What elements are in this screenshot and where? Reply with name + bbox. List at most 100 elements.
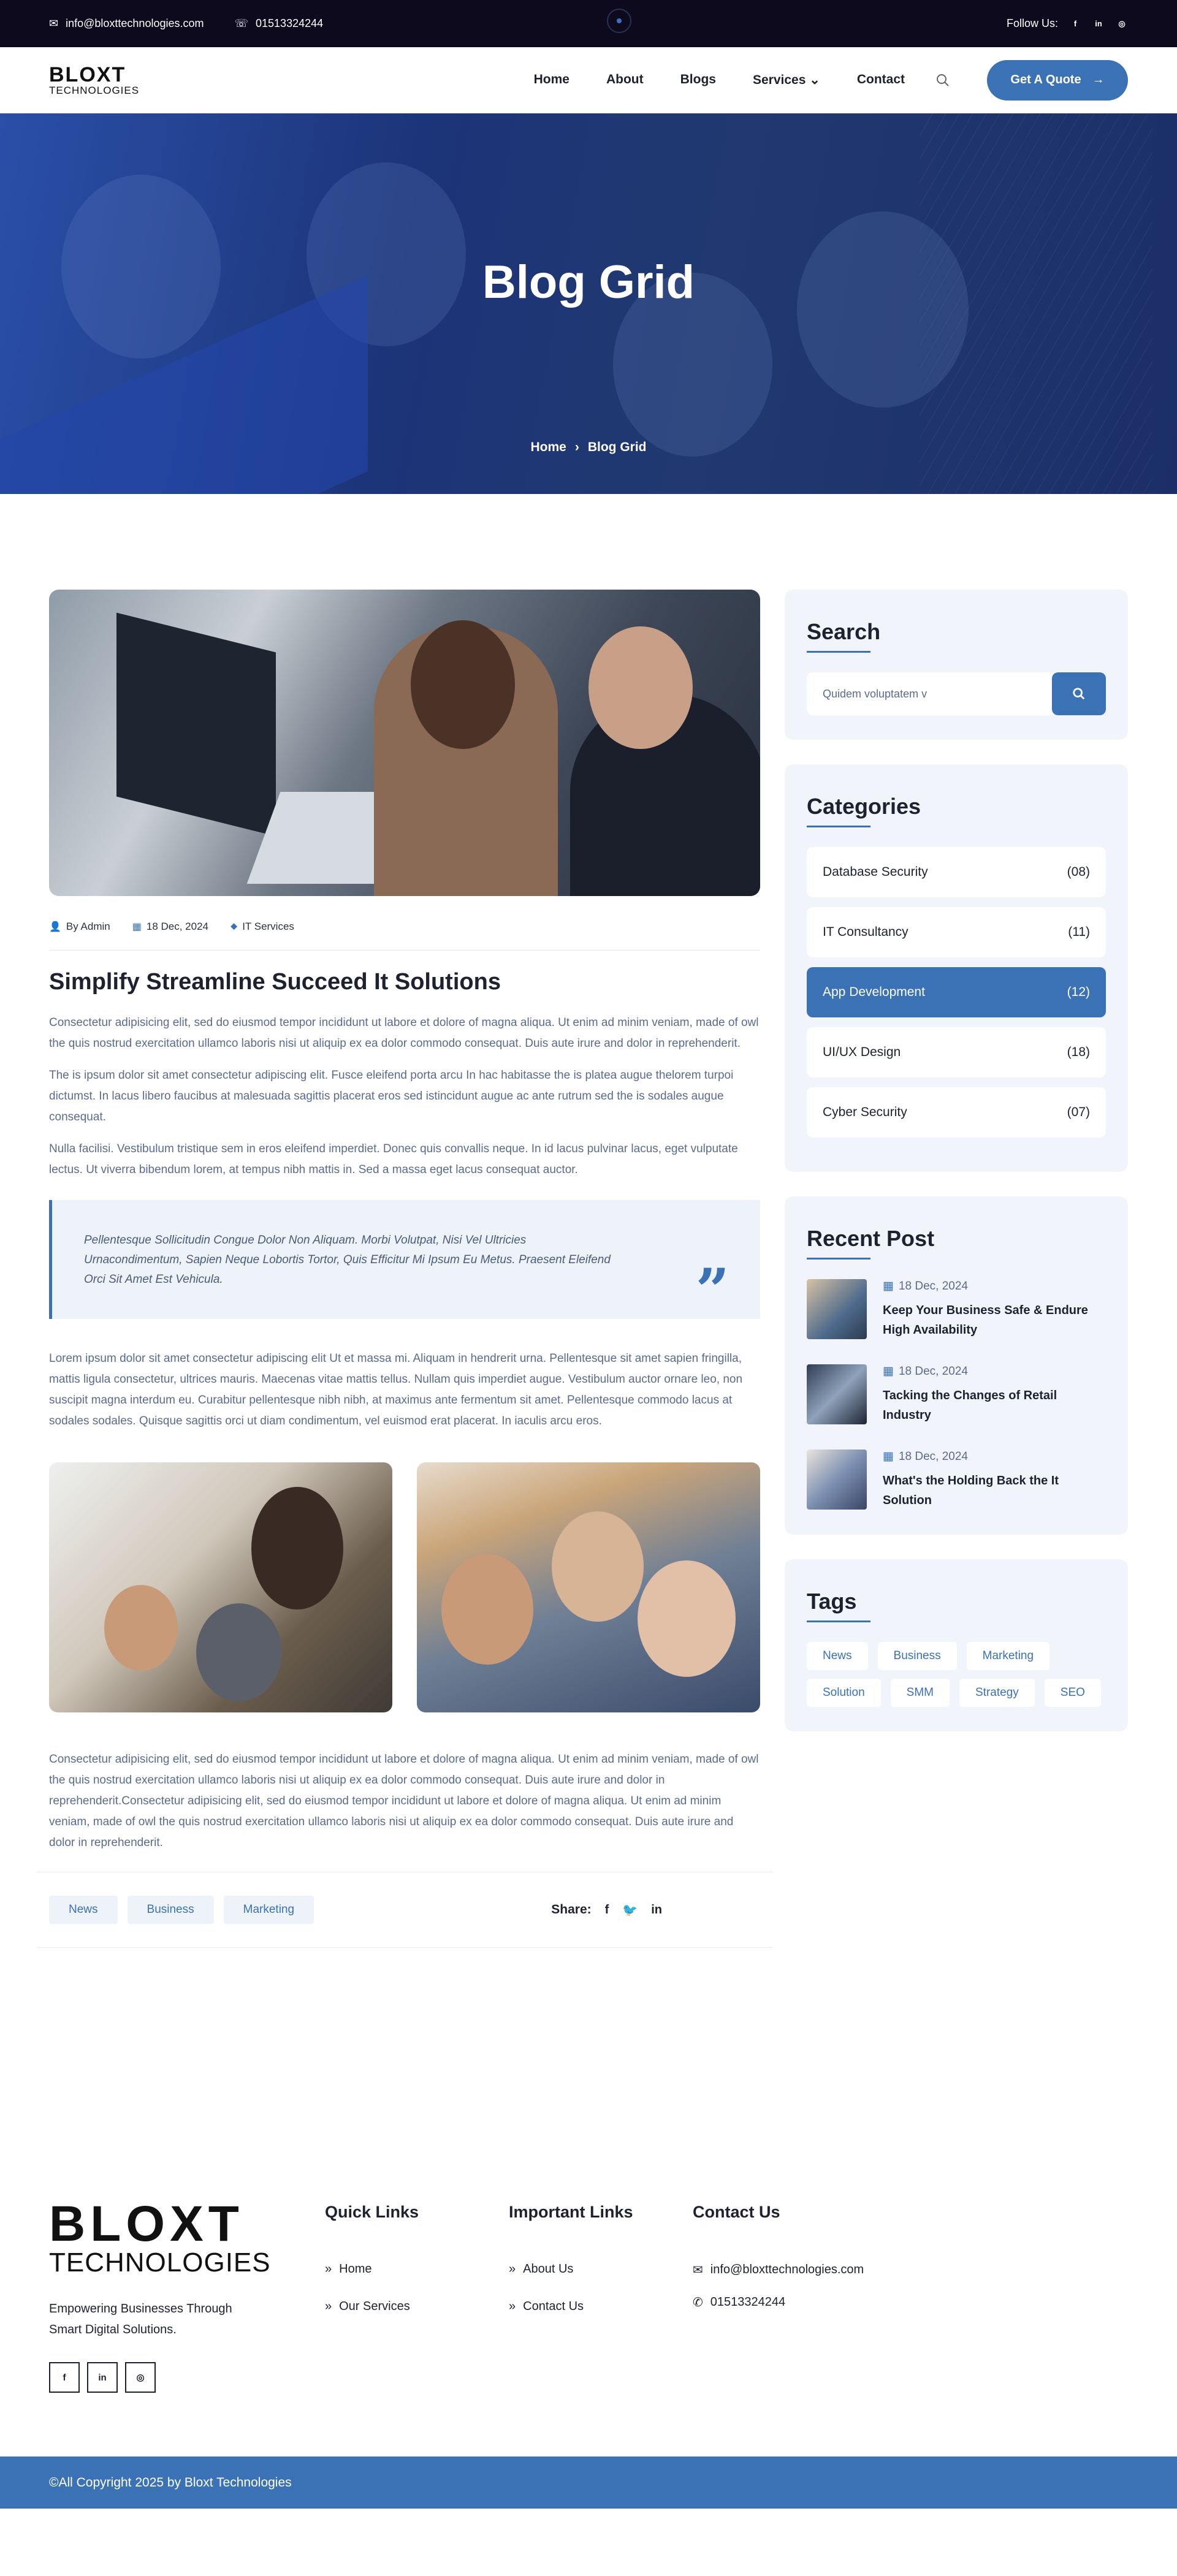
post-paragraph: Nulla facilisi. Vestibulum tristique sem…: [49, 1142, 738, 1176]
post-paragraph: Consectetur adipisicing elit, sed do eiu…: [49, 1753, 759, 1849]
calendar-icon: ▦: [132, 922, 142, 932]
category-item[interactable]: IT Consultancy (11): [807, 907, 1106, 957]
tag-item[interactable]: Solution: [807, 1679, 881, 1707]
blog-main: 👤 By Admin ▦ 18 Dec, 2024 ⬥ IT Services Sim…: [0, 590, 1177, 1948]
widget-title: Recent Post: [807, 1226, 935, 1251]
double-chevron-icon: »: [509, 2300, 516, 2313]
tag-item[interactable]: News: [807, 1642, 868, 1670]
post-tag[interactable]: Business: [127, 1896, 214, 1924]
recent-posts-widget: Recent Post ▦ 18 Dec, 2024 Keep Your Busi…: [785, 1196, 1128, 1535]
gallery-image: [417, 1462, 760, 1712]
recent-post-thumbnail: [807, 1364, 867, 1424]
footer-brand: BLOXT TECHNOLOGIES Empowering Businesses…: [49, 2199, 325, 2456]
post-paragraph: Consectetur adipisicing elit, sed do eiu…: [49, 1016, 759, 1050]
twitter-icon[interactable]: 🐦: [622, 1902, 638, 1918]
top-bar: ✉ info@bloxttechnologies.com ☏ 01513324244…: [0, 0, 1177, 47]
widget-title: Tags: [807, 1589, 857, 1614]
nav-item-services[interactable]: Services ⌄: [753, 72, 820, 88]
linkedin-icon[interactable]: in: [1092, 18, 1105, 30]
post-tag[interactable]: Marketing: [223, 1896, 314, 1924]
share-links: Share: f 🐦 in: [551, 1902, 662, 1918]
post-tags: News Business Marketing: [49, 1896, 314, 1924]
recent-post-date: ▦ 18 Dec, 2024: [883, 1450, 968, 1463]
nav-item-about[interactable]: About: [606, 72, 644, 88]
phone-icon: ✆: [693, 2296, 703, 2309]
sidebar: Search Categories Database Security(08) …: [785, 590, 1128, 1756]
double-chevron-icon: »: [509, 2262, 516, 2276]
category-item[interactable]: UI/UX Design (18): [807, 1027, 1106, 1077]
post-category[interactable]: ⬥ IT Services: [230, 921, 294, 933]
breadcrumb-home[interactable]: Home: [530, 440, 566, 454]
site-logo[interactable]: BLOXT TECHNOLOGIES: [49, 64, 139, 96]
loader-dot-icon: [607, 9, 631, 33]
widget-title: Search: [807, 619, 881, 644]
footer-social: f in ◎: [49, 2362, 325, 2393]
facebook-icon[interactable]: f: [1069, 18, 1081, 30]
search-icon[interactable]: [935, 73, 950, 88]
tag-item[interactable]: Marketing: [966, 1642, 1050, 1670]
post-title: Simplify Streamline Succeed It Solutions: [49, 969, 501, 995]
search-button[interactable]: [1052, 672, 1106, 715]
category-item[interactable]: Database Security (08): [807, 847, 1106, 897]
site-footer: BLOXT TECHNOLOGIES Empowering Businesses…: [0, 2199, 1177, 2456]
envelope-icon: ✉: [49, 17, 59, 29]
topbar-email[interactable]: ✉ info@bloxttechnologies.com: [49, 17, 204, 30]
recent-post-date: ▦ 18 Dec, 2024: [883, 1280, 968, 1293]
post-date: ▦ 18 Dec, 2024: [132, 921, 208, 932]
footer-logo[interactable]: BLOXT TECHNOLOGIES: [49, 2199, 325, 2276]
recent-post-title[interactable]: What's the Holding Back the It Solution: [883, 1471, 1106, 1510]
recent-post[interactable]: ▦ 18 Dec, 2024 Tacking the Changes of Ret…: [807, 1364, 1106, 1425]
get-quote-button[interactable]: Get A Quote →: [987, 59, 1128, 101]
search-input[interactable]: [807, 672, 1052, 715]
calendar-icon: ▦: [883, 1280, 894, 1293]
nav-item-contact[interactable]: Contact: [857, 72, 905, 88]
tag-item[interactable]: Business: [877, 1642, 957, 1670]
footer-important-links: Important Links » About Us » Contact Us: [509, 2199, 693, 2456]
instagram-icon[interactable]: ◎: [125, 2362, 156, 2393]
instagram-icon[interactable]: ◎: [1116, 18, 1128, 30]
categories-widget: Categories Database Security (08) IT Cons…: [785, 764, 1128, 1172]
facebook-icon[interactable]: f: [49, 2362, 80, 2393]
nav-item-home[interactable]: Home: [534, 72, 569, 88]
recent-post-thumbnail: [807, 1449, 867, 1510]
tag-item[interactable]: SEO: [1044, 1679, 1101, 1707]
search-icon: [1073, 688, 1085, 700]
post-author[interactable]: 👤 By Admin: [49, 921, 110, 933]
category-item-active[interactable]: App Development (12): [807, 967, 1106, 1017]
post-tag[interactable]: News: [49, 1896, 118, 1924]
tag-item[interactable]: SMM: [890, 1679, 950, 1707]
footer-phone[interactable]: ✆ 01513324244: [693, 2295, 938, 2310]
post-paragraph: Lorem ipsum dolor sit amet consectetur a…: [49, 1352, 743, 1427]
linkedin-icon[interactable]: in: [87, 2362, 118, 2393]
blockquote: Pellentesque Sollicitudin Congue Dolor N…: [49, 1200, 760, 1320]
post-meta: 👤 By Admin ▦ 18 Dec, 2024 ⬥ IT Services: [49, 896, 760, 951]
nav-item-blogs[interactable]: Blogs: [680, 72, 716, 88]
recent-post[interactable]: ▦ 18 Dec, 2024 Keep Your Business Safe & …: [807, 1279, 1106, 1340]
footer-email[interactable]: ✉ info@bloxttechnologies.com: [693, 2262, 938, 2278]
recent-post-title[interactable]: Keep Your Business Safe & Endure High Av…: [883, 1301, 1106, 1340]
chevron-right-icon: ›: [574, 440, 579, 454]
tag-item[interactable]: Strategy: [959, 1679, 1035, 1707]
recent-post-title[interactable]: Tacking the Changes of Retail Industry: [883, 1386, 1106, 1425]
post-footer: News Business Marketing Share: f 🐦 in: [37, 1872, 772, 1948]
recent-post[interactable]: ▦ 18 Dec, 2024 What's the Holding Back th…: [807, 1449, 1106, 1510]
post-gallery: [49, 1462, 760, 1712]
user-icon: 👤: [49, 922, 61, 932]
footer-link-services[interactable]: » Our Services: [325, 2300, 509, 2314]
breadcrumb-current: Blog Grid: [587, 440, 647, 454]
footer-quick-links: Quick Links » Home » Our Services: [325, 2199, 509, 2456]
gallery-image: [49, 1462, 392, 1712]
topbar-phone[interactable]: ☏ 01513324244: [235, 17, 324, 30]
category-item[interactable]: Cyber Security (07): [807, 1087, 1106, 1138]
footer-link-contact[interactable]: » Contact Us: [509, 2300, 693, 2314]
facebook-icon[interactable]: f: [605, 1903, 609, 1917]
double-chevron-icon: »: [325, 2300, 332, 2313]
envelope-icon: ✉: [693, 2263, 703, 2277]
phone-icon: ☏: [234, 17, 249, 29]
chevron-down-icon: ⌄: [806, 73, 820, 87]
linkedin-icon[interactable]: in: [651, 1903, 662, 1917]
footer-link-home[interactable]: » Home: [325, 2262, 509, 2276]
footer-link-about[interactable]: » About Us: [509, 2262, 693, 2276]
arrow-right-icon: →: [1092, 73, 1105, 86]
double-chevron-icon: »: [325, 2262, 332, 2276]
